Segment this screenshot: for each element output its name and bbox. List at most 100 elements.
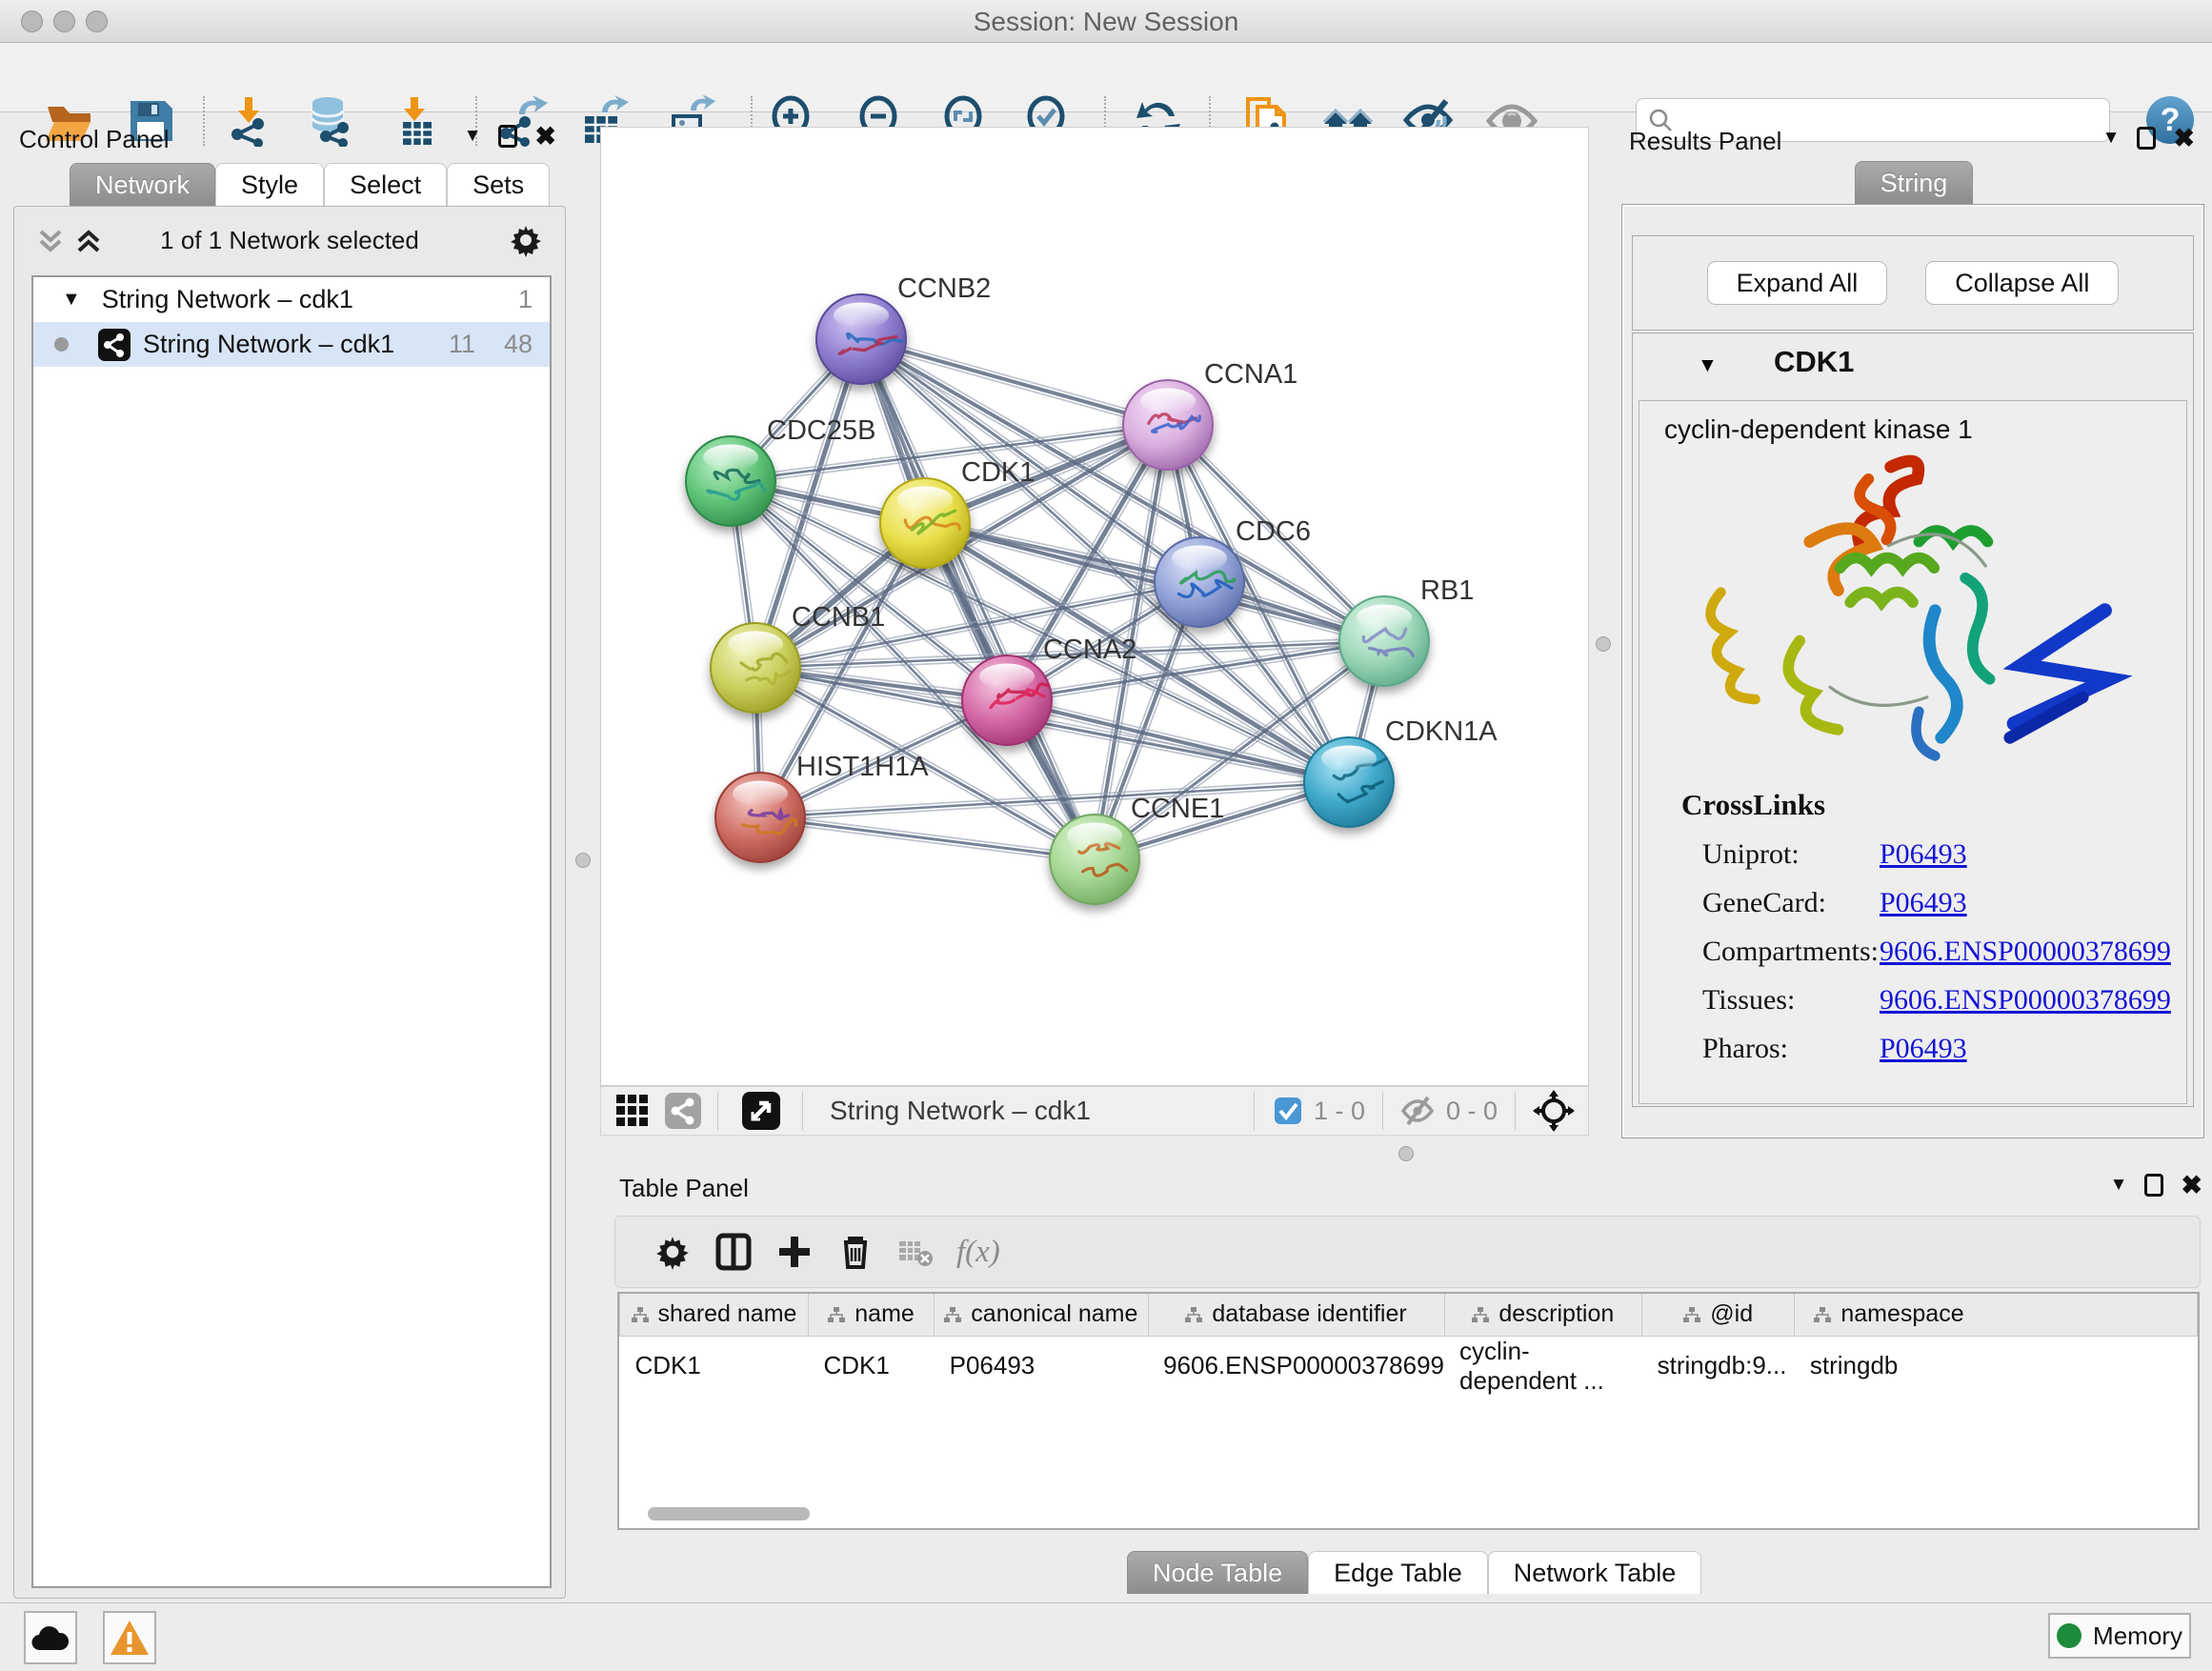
column-header[interactable]: shared name	[620, 1294, 809, 1336]
column-header[interactable]: database identifier	[1148, 1294, 1444, 1336]
panel-menu-icon[interactable]: ▼	[2102, 128, 2121, 149]
column-header[interactable]: @id	[1642, 1294, 1795, 1336]
network-node-HIST1H1A[interactable]: HIST1H1A	[715, 752, 929, 862]
node-label: RB1	[1420, 575, 1474, 606]
cell-database-identifier[interactable]: 9606.ENSP00000378699	[1148, 1336, 1444, 1396]
warnings-button[interactable]	[103, 1611, 156, 1664]
hidden-node-edge-counts: 0 - 0	[1446, 1097, 1498, 1126]
network-collection-row[interactable]: ▼ String Network – cdk1 1	[33, 277, 550, 322]
tab-sets[interactable]: Sets	[447, 163, 550, 206]
crosslink-row: GeneCard: P06493	[1702, 887, 2186, 919]
cell-description[interactable]: cyclin-dependent ...	[1444, 1336, 1642, 1396]
crosslink-link[interactable]: 9606.ENSP00000378699	[1880, 984, 2171, 1017]
network-row-selected[interactable]: String Network – cdk1 11 48	[33, 322, 550, 367]
network-graph[interactable]: CCNB2CCNA1CDC25BCDK1CDC6RB1CCNB1CCNA2CDK…	[601, 128, 1588, 1085]
float-panel-icon[interactable]	[2137, 127, 2156, 150]
crosslink-link[interactable]: P06493	[1880, 838, 1967, 871]
network-view-title: String Network – cdk1	[830, 1096, 1091, 1126]
float-panel-icon[interactable]	[498, 125, 517, 148]
column-header[interactable]: namespace	[1795, 1294, 2198, 1336]
cell-shared-name[interactable]: CDK1	[620, 1336, 809, 1396]
cell-canonical-name[interactable]: P06493	[935, 1336, 1148, 1396]
column-type-icon	[632, 1307, 649, 1322]
network-node-count: 11	[449, 330, 475, 359]
crosslink-row: Pharos: P06493	[1702, 1033, 2186, 1065]
node-label: CDKN1A	[1385, 716, 1498, 747]
tab-style[interactable]: Style	[215, 163, 324, 206]
tab-select[interactable]: Select	[324, 163, 447, 206]
right-splitter-handle[interactable]	[1596, 636, 1611, 652]
window-title: Session: New Session	[0, 7, 2212, 37]
bottom-splitter-handle[interactable]	[1398, 1146, 1414, 1161]
panel-menu-icon[interactable]: ▼	[464, 126, 482, 147]
network-row-label: String Network – cdk1	[143, 330, 394, 359]
close-panel-icon[interactable]: ✖	[2173, 127, 2195, 150]
pan-crosshair-icon[interactable]	[1533, 1090, 1575, 1132]
network-edges[interactable]	[727, 335, 1388, 863]
network-options-gear-icon[interactable]	[508, 222, 544, 258]
collection-count: 1	[518, 285, 533, 314]
crosslink-label: Tissues:	[1702, 984, 1880, 1017]
close-panel-icon[interactable]: ✖	[2181, 1174, 2202, 1197]
hidden-items-eye-icon	[1400, 1094, 1435, 1128]
tab-string[interactable]: String	[1855, 161, 1974, 204]
tab-network[interactable]: Network	[70, 163, 215, 206]
tab-network-table[interactable]: Network Table	[1488, 1551, 1702, 1594]
network-node-CCNA1[interactable]: CCNA1	[1123, 359, 1297, 470]
network-node-RB1[interactable]: RB1	[1339, 575, 1474, 686]
float-panel-icon[interactable]	[2144, 1174, 2163, 1197]
detach-view-icon[interactable]	[741, 1091, 781, 1131]
crosslinks-title: CrossLinks	[1681, 788, 2186, 822]
column-type-icon	[1814, 1307, 1831, 1322]
crosslink-link[interactable]: 9606.ENSP00000378699	[1880, 936, 2171, 968]
table-options-gear-icon[interactable]	[654, 1233, 692, 1271]
cloud-icon	[30, 1623, 70, 1652]
table-row[interactable]: CDK1 CDK1 P06493 9606.ENSP00000378699 cy…	[620, 1336, 2198, 1396]
delete-column-icon[interactable]	[836, 1233, 875, 1271]
cell-id[interactable]: stringdb:9...	[1642, 1336, 1795, 1396]
node-label: CCNB1	[792, 602, 885, 633]
node-label: CCNA1	[1204, 359, 1297, 390]
column-type-icon	[944, 1307, 961, 1322]
network-node-CDKN1A[interactable]: CDKN1A	[1304, 716, 1498, 827]
network-view-mode-icon[interactable]	[664, 1092, 702, 1130]
expand-all-button[interactable]: Expand All	[1707, 261, 1888, 305]
column-type-icon	[1185, 1307, 1202, 1322]
collapse-all-button[interactable]: Collapse All	[1925, 261, 2119, 305]
memory-button[interactable]: Memory	[2048, 1613, 2191, 1659]
tab-edge-table[interactable]: Edge Table	[1308, 1551, 1488, 1594]
network-canvas[interactable]: CCNB2CCNA1CDC25BCDK1CDC6RB1CCNB1CCNA2CDK…	[600, 127, 1589, 1086]
left-splitter-handle[interactable]	[575, 853, 591, 868]
main-toolbar: ?	[0, 43, 2212, 112]
protein-details: cyclin-dependent kinase 1	[1639, 400, 2187, 1104]
node-table: shared name name canonical name database…	[617, 1292, 2200, 1530]
node-label: CDC6	[1236, 516, 1311, 547]
string-results-container: Expand All Collapse All ▼ CDK1 cyclin-de…	[1621, 204, 2204, 1138]
cloud-status-button[interactable]	[24, 1611, 77, 1664]
crosslink-row: Tissues: 9606.ENSP00000378699	[1702, 984, 2186, 1017]
table-panel-tabs: Node Table Edge Table Network Table	[1127, 1551, 1701, 1594]
show-columns-icon[interactable]	[714, 1233, 753, 1271]
panel-menu-icon[interactable]: ▼	[2110, 1175, 2128, 1196]
selected-items-checkbox-icon[interactable]	[1274, 1097, 1302, 1125]
node-label: CDC25B	[767, 415, 875, 446]
add-column-icon[interactable]	[775, 1233, 814, 1271]
column-header[interactable]: canonical name	[935, 1294, 1148, 1336]
close-panel-icon[interactable]: ✖	[534, 125, 556, 148]
column-header[interactable]: description	[1444, 1294, 1642, 1336]
cell-namespace[interactable]: stringdb	[1795, 1336, 2198, 1396]
protein-structure-image	[1665, 449, 2161, 782]
tab-node-table[interactable]: Node Table	[1127, 1551, 1308, 1594]
crosslink-link[interactable]: P06493	[1880, 887, 1967, 919]
protein-collapse-icon[interactable]: ▼	[1698, 354, 1718, 377]
cell-name[interactable]: CDK1	[808, 1336, 934, 1396]
crosslink-link[interactable]: P06493	[1880, 1033, 1967, 1065]
column-type-icon	[1472, 1307, 1489, 1322]
table-header-row: shared name name canonical name database…	[620, 1294, 2198, 1336]
network-view-footer: String Network – cdk1 1 - 0 0 - 0	[600, 1086, 1589, 1136]
collection-expand-icon[interactable]: ▼	[62, 289, 81, 311]
column-header[interactable]: name	[808, 1294, 934, 1336]
birds-eye-view-icon[interactable]	[614, 1093, 651, 1129]
horizontal-scrollbar[interactable]	[648, 1507, 810, 1520]
collection-label: String Network – cdk1	[102, 285, 353, 314]
